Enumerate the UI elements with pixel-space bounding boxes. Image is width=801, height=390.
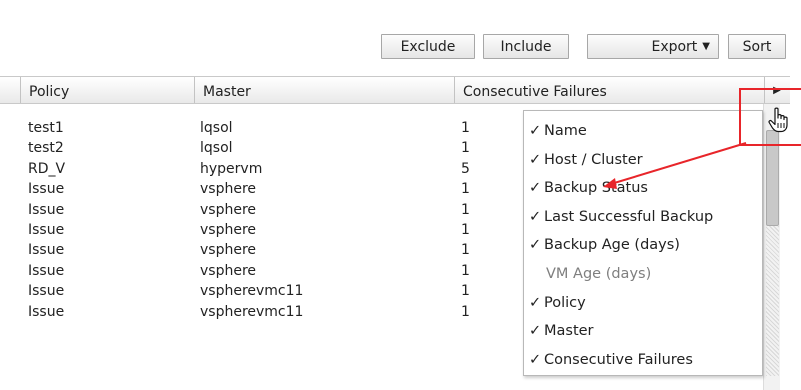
menu-item-label: Consecutive Failures [544, 351, 693, 368]
menu-item[interactable]: VM Age (days) [524, 261, 764, 287]
hand-cursor-icon [768, 107, 788, 133]
menu-item[interactable]: ✓ Consecutive Failures [524, 347, 764, 373]
menu-item-label: Master [544, 323, 594, 340]
sort-button[interactable]: Sort [728, 34, 786, 59]
cell-master: vsphere [200, 201, 257, 218]
column-header-consecutive-failures[interactable]: Consecutive Failures [455, 77, 764, 103]
column-chooser-menu: ✓ Name ✓ Host / Cluster ✓ Backup Status ✓ Last … [523, 110, 763, 376]
column-header-policy[interactable]: Policy [21, 77, 195, 103]
cell-consecutive-failures: 5 [461, 160, 470, 177]
menu-item-label: Host / Cluster [544, 151, 643, 168]
caret-down-icon: ▼ [702, 41, 710, 52]
menu-item[interactable]: ✓ Host / Cluster [524, 147, 764, 173]
cell-policy: Issue [28, 222, 65, 238]
scrollbar-track[interactable] [766, 226, 779, 376]
cell-policy: Issue [28, 181, 65, 198]
cell-master: lqsol [200, 120, 233, 136]
checkmark-icon: ✓ [529, 294, 542, 311]
checkmark-icon: ✓ [529, 123, 542, 139]
checkmark-icon: ✓ [529, 180, 542, 197]
cell-policy: test2 [28, 140, 64, 157]
export-label: Export [651, 38, 698, 55]
cell-master: vsphere [200, 242, 257, 259]
cell-policy: Issue [28, 201, 65, 218]
cell-policy: RD_V [28, 160, 66, 177]
include-button[interactable]: Include [483, 34, 569, 59]
cell-policy: Issue [28, 262, 65, 279]
cell-master: vsphere [200, 181, 257, 198]
include-label: Include [500, 38, 552, 55]
column-header-label: Policy [29, 84, 70, 100]
exclude-label: Exclude [400, 38, 456, 55]
cell-consecutive-failures: 1 [461, 262, 470, 279]
menu-item-label: Last Successful Backup [544, 208, 714, 225]
menu-item[interactable]: ✓ Backup Status [524, 175, 764, 201]
menu-item[interactable]: ✓ Policy [524, 290, 764, 316]
cell-consecutive-failures: 1 [461, 283, 470, 300]
checkmark-icon: ✓ [529, 208, 542, 225]
cell-policy: Issue [28, 283, 65, 300]
checkmark-icon: ✓ [529, 351, 542, 368]
cell-master: vspherevmc11 [200, 283, 304, 300]
cell-consecutive-failures: 1 [461, 140, 470, 157]
menu-item-label: Policy [544, 294, 586, 311]
toolbar: Exclude Include Export ▼ Sort [0, 34, 801, 60]
menu-item[interactable]: ✓ Last Successful Backup [524, 204, 764, 230]
column-header-label: Consecutive Failures [463, 84, 607, 100]
cell-policy: test1 [28, 120, 64, 136]
checkmark-icon: ✓ [529, 323, 542, 340]
cell-consecutive-failures: 1 [461, 303, 470, 320]
cell-master: vsphere [200, 262, 257, 279]
column-header-label: Master [203, 84, 251, 100]
menu-item-label: VM Age (days) [546, 266, 652, 282]
cell-policy: Issue [28, 242, 65, 259]
cell-master: lqsol [200, 140, 233, 157]
cell-consecutive-failures: 1 [461, 181, 470, 198]
menu-item-label: Backup Age (days) [544, 237, 680, 254]
menu-item[interactable]: ✓ Backup Age (days) [524, 232, 764, 258]
vertical-scrollbar[interactable] [763, 104, 780, 390]
cell-master: vsphere [200, 222, 257, 238]
exclude-button[interactable]: Exclude [381, 34, 475, 59]
sort-label: Sort [742, 38, 772, 55]
menu-item[interactable]: ✓ Master [524, 318, 764, 344]
column-header-master[interactable]: Master [195, 77, 454, 103]
grid-header: Policy Master Consecutive Failures ▶ [0, 76, 790, 104]
cell-master: hypervm [200, 160, 263, 177]
menu-item-label: Backup Status [544, 180, 648, 197]
checkmark-icon: ✓ [529, 151, 542, 168]
export-button[interactable]: Export ▼ [587, 34, 719, 59]
checkmark-icon: ✓ [529, 237, 542, 254]
cell-policy: Issue [28, 303, 65, 320]
cell-consecutive-failures: 1 [461, 242, 470, 259]
cell-consecutive-failures: 1 [461, 120, 470, 136]
menu-item[interactable]: ✓ Name [524, 118, 764, 144]
cell-consecutive-failures: 1 [461, 222, 470, 238]
cell-master: vspherevmc11 [200, 303, 304, 320]
menu-item-label: Name [544, 123, 587, 139]
cell-consecutive-failures: 1 [461, 201, 470, 218]
